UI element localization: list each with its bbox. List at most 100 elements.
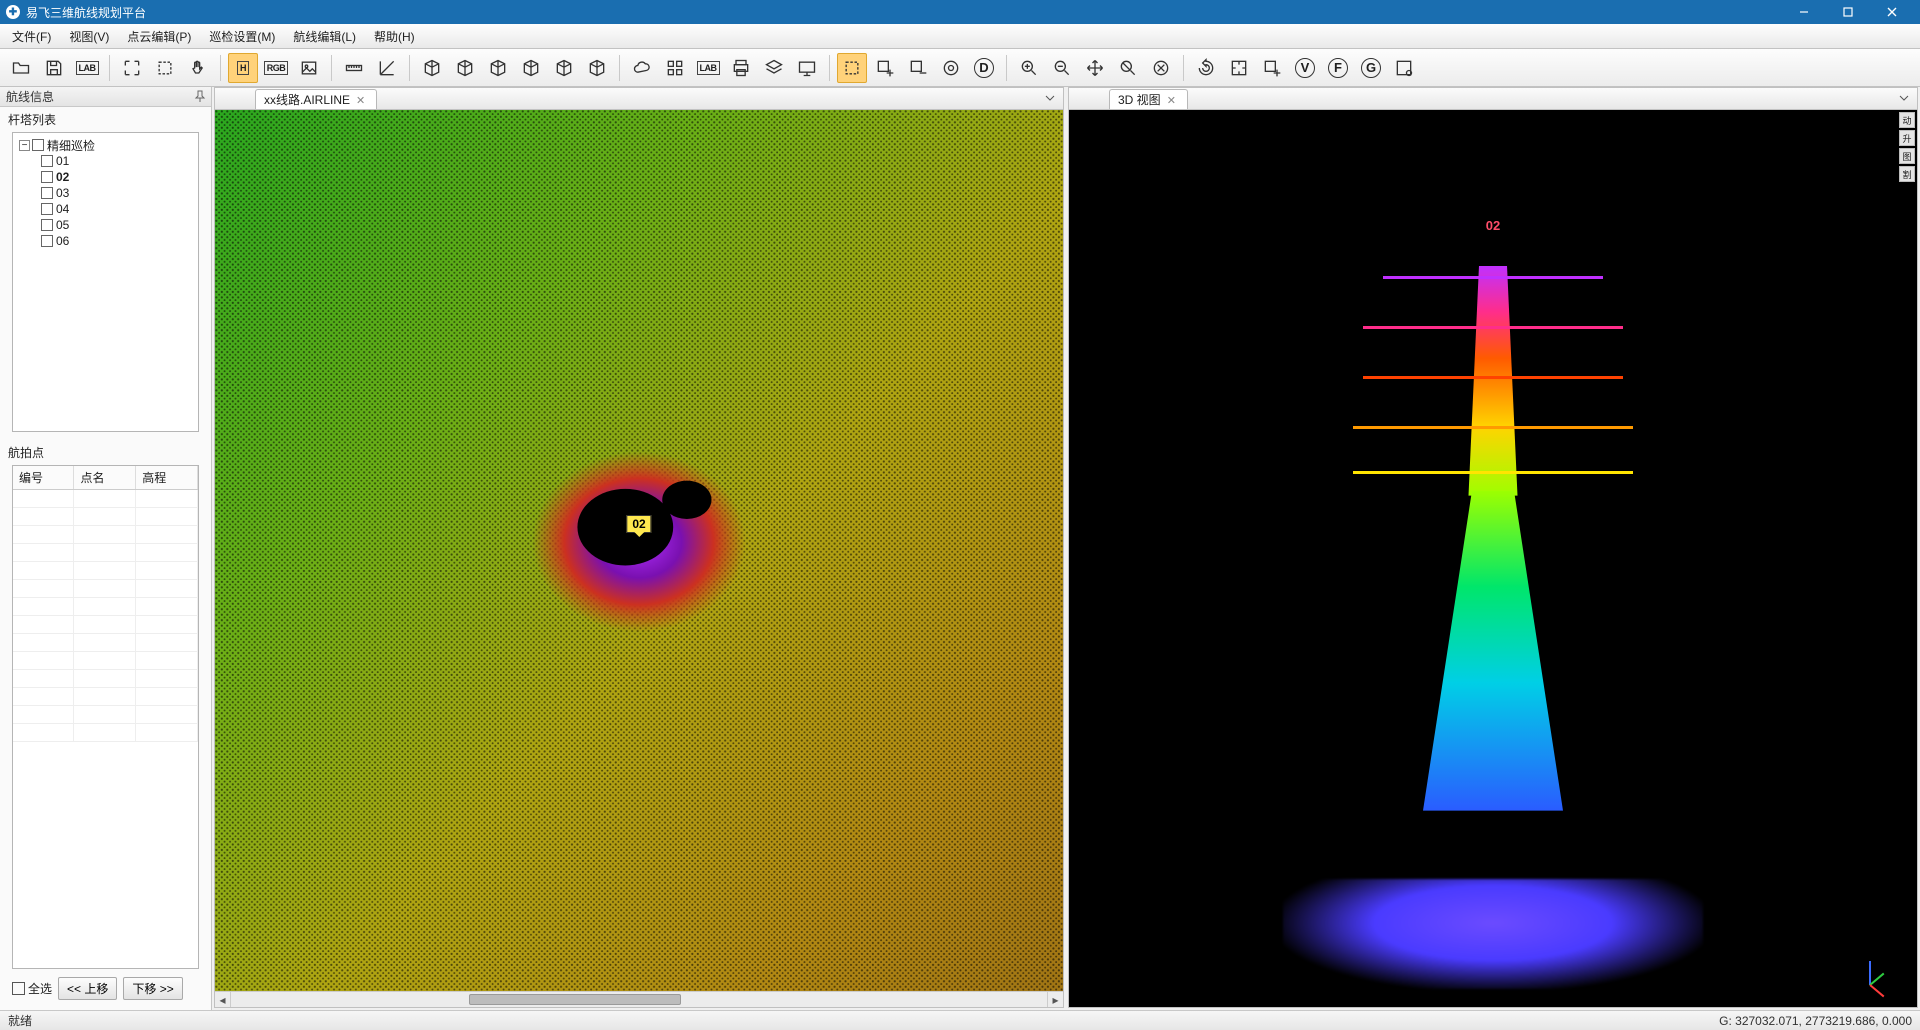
table-row[interactable] [13,670,198,688]
table-row[interactable] [13,652,198,670]
tree-item-02[interactable]: 02 [41,169,192,185]
tool-face-front[interactable] [417,53,447,83]
scroll-thumb[interactable] [469,994,681,1005]
tab-close-icon[interactable]: ✕ [356,94,368,106]
viewer-2d-tab[interactable]: xx线路.AIRLINE ✕ [255,89,377,109]
tree-checkbox[interactable] [32,139,44,151]
side3d-btn-2[interactable]: 升 [1899,130,1915,146]
table-row[interactable] [13,634,198,652]
move-up-button[interactable]: << 上移 [58,977,117,1000]
tool-face-back[interactable] [450,53,480,83]
checkbox-icon[interactable] [12,982,25,995]
tool-ruler[interactable] [339,53,369,83]
tool-lab2[interactable]: LAB [693,53,723,83]
tool-rotate[interactable] [1191,53,1221,83]
tree-root-row[interactable]: − 精细巡检 [19,137,192,153]
menu-route-edit[interactable]: 航线编辑(L) [285,25,364,48]
tool-sel-sub[interactable] [903,53,933,83]
tool-g[interactable]: G [1356,53,1386,83]
tree-item-05[interactable]: 05 [41,217,192,233]
tree-expander-icon[interactable]: − [19,140,30,151]
tree-item-03[interactable]: 03 [41,185,192,201]
tool-face-right[interactable] [516,53,546,83]
table-col-name[interactable]: 点名 [74,466,136,490]
menu-inspect-settings[interactable]: 巡检设置(M) [201,25,283,48]
menu-help[interactable]: 帮助(H) [366,25,423,48]
tool-cloud-sync[interactable] [627,53,657,83]
tree-checkbox[interactable] [41,187,53,199]
table-row[interactable] [13,598,198,616]
table-row[interactable] [13,580,198,598]
tool-mode-img[interactable] [294,53,324,83]
tab-close-icon[interactable]: ✕ [1167,94,1179,106]
table-row[interactable] [13,508,198,526]
tool-pan[interactable] [183,53,213,83]
tree-item-06[interactable]: 06 [41,233,192,249]
tool-clear[interactable] [1146,53,1176,83]
pin-icon[interactable] [193,89,207,103]
tree-checkbox[interactable] [41,171,53,183]
tool-move[interactable] [1080,53,1110,83]
tool-mode-rgb[interactable]: RGB [261,53,291,83]
tool-v[interactable]: V [1290,53,1320,83]
tool-grid[interactable] [660,53,690,83]
menu-view[interactable]: 视图(V) [61,25,117,48]
tool-mode-h[interactable]: H [228,53,258,83]
tool-fit[interactable] [150,53,180,83]
table-row[interactable] [13,724,198,742]
scroll-left-icon[interactable]: ◂ [215,992,231,1007]
tree-checkbox[interactable] [41,235,53,247]
viewer-2d-hscrollbar[interactable]: ◂ ▸ [215,991,1063,1007]
tower-marker-02[interactable]: 02 [626,515,651,533]
tool-zoom-out[interactable] [1047,53,1077,83]
window-close-button[interactable] [1870,0,1914,24]
table-row[interactable] [13,562,198,580]
side3d-btn-1[interactable]: 动 [1899,112,1915,128]
table-col-elev[interactable]: 高程 [136,466,198,490]
tool-expand[interactable] [117,53,147,83]
tool-face-left[interactable] [483,53,513,83]
viewer-3d-tab[interactable]: 3D 视图 ✕ [1109,89,1188,109]
tool-sel-add[interactable] [870,53,900,83]
tool-face-bottom[interactable] [582,53,612,83]
tool-final[interactable] [1389,53,1419,83]
table-row[interactable] [13,526,198,544]
tool-f[interactable]: F [1323,53,1353,83]
table-row[interactable] [13,490,198,508]
tool-open[interactable] [6,53,36,83]
tab-dropdown-icon[interactable] [1897,91,1911,105]
move-down-button[interactable]: 下移 >> [123,977,182,1000]
tool-save[interactable] [39,53,69,83]
window-maximize-button[interactable] [1826,0,1870,24]
tab-dropdown-icon[interactable] [1043,91,1057,105]
tree-checkbox[interactable] [41,203,53,215]
tower-tree[interactable]: − 精细巡检 010203040506 [12,132,199,432]
tool-sel-circ[interactable] [936,53,966,83]
viewer-3d-canvas[interactable]: 02 动 升 图 割 [1069,110,1917,1007]
menu-file[interactable]: 文件(F) [4,25,59,48]
tool-face-top[interactable] [549,53,579,83]
tool-zoom-in[interactable] [1014,53,1044,83]
tool-sel-d[interactable]: D [969,53,999,83]
table-row[interactable] [13,688,198,706]
table-row[interactable] [13,706,198,724]
tree-item-04[interactable]: 04 [41,201,192,217]
tool-print[interactable] [726,53,756,83]
side3d-btn-4[interactable]: 割 [1899,166,1915,182]
tool-sel-box[interactable] [837,53,867,83]
table-row[interactable] [13,616,198,634]
side3d-btn-3[interactable]: 图 [1899,148,1915,164]
tree-checkbox[interactable] [41,219,53,231]
table-col-num[interactable]: 编号 [13,466,74,490]
menu-pointcloud-edit[interactable]: 点云编辑(P) [119,25,199,48]
tool-lab[interactable]: LAB [72,53,102,83]
table-row[interactable] [13,544,198,562]
tool-layer[interactable] [759,53,789,83]
viewer-2d-canvas[interactable]: 02 [215,110,1063,991]
tool-focus[interactable] [1224,53,1254,83]
window-minimize-button[interactable] [1782,0,1826,24]
tool-screen[interactable] [792,53,822,83]
tool-cross[interactable] [1113,53,1143,83]
tool-angle[interactable] [372,53,402,83]
axes-gizmo[interactable] [1869,955,1899,985]
